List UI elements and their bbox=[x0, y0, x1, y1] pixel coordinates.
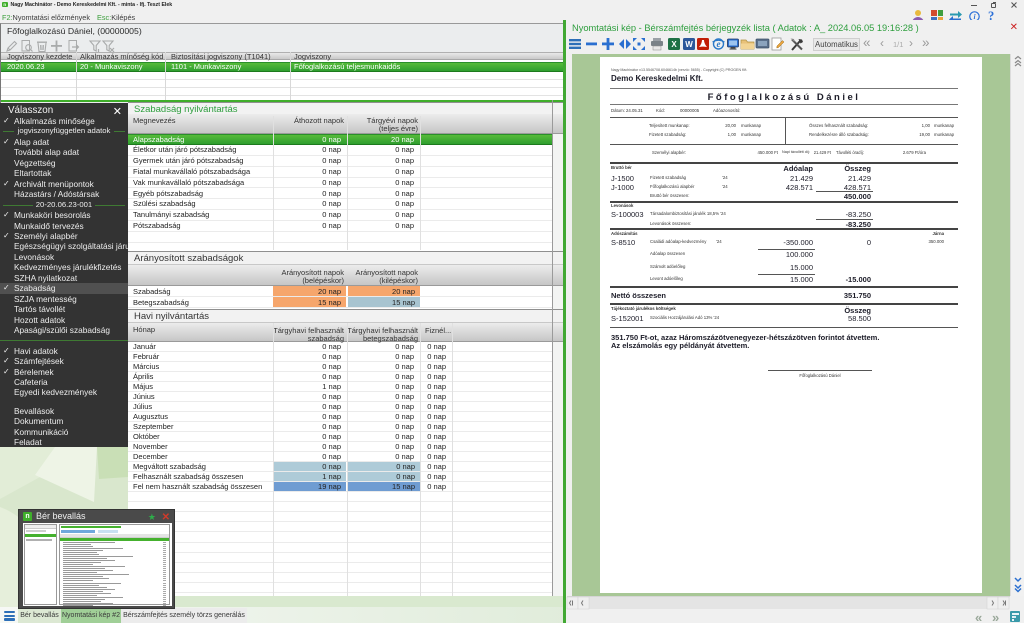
svg-text:W: W bbox=[685, 40, 693, 49]
svg-text:X: X bbox=[671, 40, 677, 49]
